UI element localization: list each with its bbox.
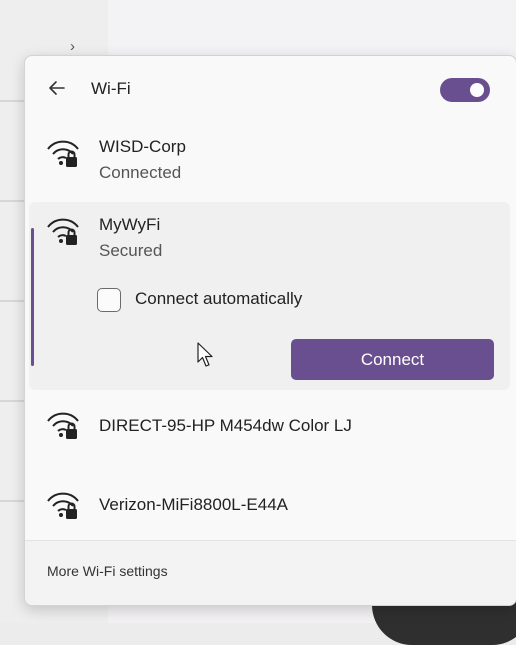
connect-automatically-checkbox[interactable] <box>97 288 121 312</box>
wifi-header: Wi-Fi <box>25 56 516 126</box>
more-wifi-settings-link[interactable]: More Wi-Fi settings <box>47 563 168 579</box>
network-name: MyWyFi <box>99 215 161 234</box>
wifi-lock-icon <box>47 218 79 245</box>
network-status: Secured <box>99 241 163 260</box>
network-name: WISD-Corp <box>99 137 186 156</box>
network-status: Connected <box>99 163 182 182</box>
network-header-mywyfi[interactable]: MyWyFi Secured <box>25 209 516 269</box>
network-name: Verizon-MiFi8800L-E44A <box>99 495 288 514</box>
toggle-knob <box>470 83 484 97</box>
mouse-pointer-icon <box>197 342 213 367</box>
network-item-verizon-mifi[interactable]: Verizon-MiFi8800L-E44A <box>25 481 516 531</box>
page-title: Wi-Fi <box>91 79 131 98</box>
background-chevron-icon: › <box>70 38 75 55</box>
wifi-lock-icon <box>47 140 79 167</box>
connect-automatically-label[interactable]: Connect automatically <box>135 289 302 309</box>
arrow-left-icon[interactable] <box>47 78 67 98</box>
connect-button[interactable]: Connect <box>291 339 494 380</box>
network-name: DIRECT-95-HP M454dw Color LJ <box>99 416 352 435</box>
wifi-toggle[interactable] <box>440 78 490 102</box>
wifi-lock-icon <box>47 492 79 519</box>
network-item-direct-95[interactable]: DIRECT-95-HP M454dw Color LJ <box>25 401 516 451</box>
network-item-wisd-corp[interactable]: WISD-Corp Connected <box>25 131 516 191</box>
wifi-footer: More Wi-Fi settings <box>25 540 516 605</box>
wifi-lock-icon <box>47 412 79 439</box>
wifi-flyout: Wi-Fi WISD-Corp Connected MyWyFi Secured… <box>24 55 516 606</box>
